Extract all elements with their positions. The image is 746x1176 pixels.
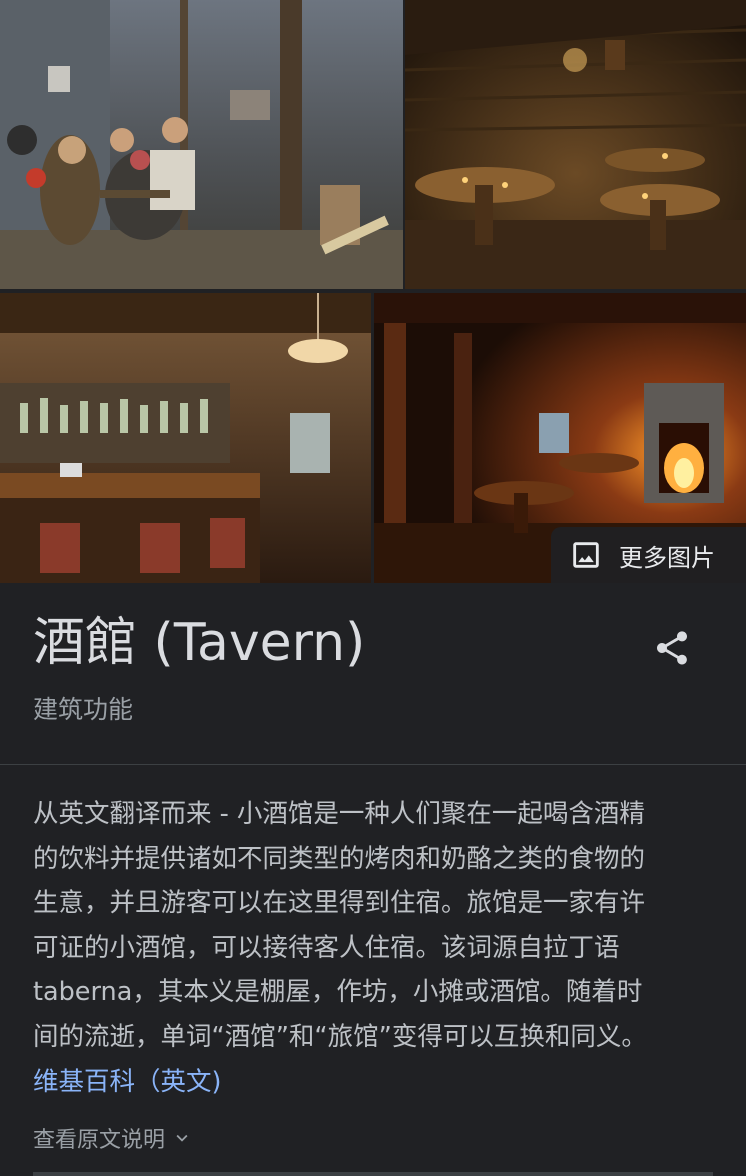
more-images-label: 更多图片: [619, 543, 715, 572]
description-line: 的饮料并提供诸如不同类型的烤肉和奶酪之类的食物的: [33, 843, 646, 874]
description-line: 可证的小酒馆，可以接待客人住宿。该词源自拉丁语: [33, 932, 620, 963]
wikipedia-source-link[interactable]: 维基百科（英文): [33, 1067, 221, 1097]
view-original-text-label: 查看原文说明: [33, 1128, 166, 1153]
image-icon: [573, 542, 599, 568]
description-line: taberna，其本义是棚屋，作坊，小摊或酒馆。随着时: [33, 977, 643, 1008]
description-line: 生意，并且游客可以在这里得到住宿。旅馆是一家有许: [33, 888, 646, 919]
bottom-divider: [33, 1172, 713, 1176]
knowledge-panel: 更多图片 酒館 (Tavern) 建筑功能 从英文翻译而来 - 小酒馆是一种人们…: [0, 0, 746, 1176]
chevron-down-icon: [176, 1134, 188, 1142]
log-cabin-tavern-image[interactable]: [405, 0, 746, 289]
entity-subtitle: 建筑功能: [33, 695, 134, 724]
description-line: 间的流逝，单词“酒馆”和“旅馆”变得可以互换和同义。: [33, 1021, 647, 1052]
description: 从英文翻译而来 - 小酒馆是一种人们聚在一起喝含酒精 的饮料并提供诸如不同类型的…: [33, 792, 723, 1104]
description-line: 从英文翻译而来 - 小酒馆是一种人们聚在一起喝含酒精: [33, 799, 645, 829]
view-original-text-button[interactable]: 查看原文说明: [33, 1122, 193, 1154]
bar-interior-image[interactable]: [0, 293, 371, 583]
divider: [0, 764, 746, 765]
share-icon[interactable]: [652, 628, 692, 668]
entity-title: 酒館 (Tavern): [33, 613, 366, 673]
tavern-painting-image[interactable]: [0, 0, 403, 289]
more-images-button[interactable]: 更多图片: [551, 527, 746, 583]
